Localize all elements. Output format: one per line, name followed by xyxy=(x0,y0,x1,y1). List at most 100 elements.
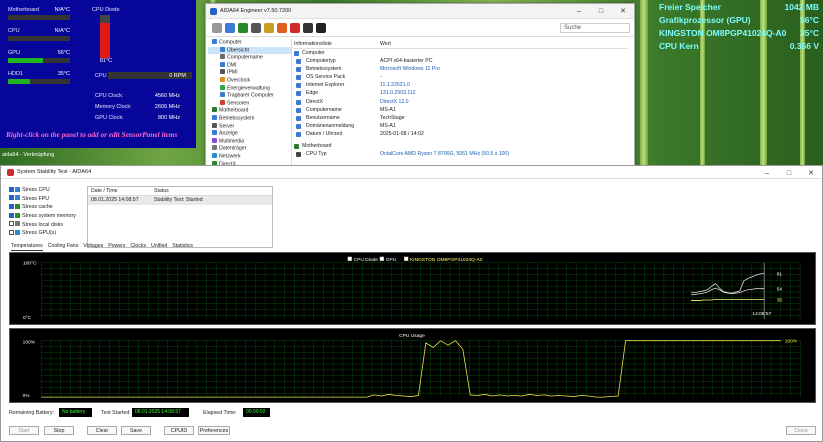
value-column-header[interactable]: Wert xyxy=(380,41,391,47)
tree-item[interactable]: Overclock xyxy=(208,76,291,85)
tree-item-icon xyxy=(220,46,225,52)
preferences-button[interactable]: Preferences xyxy=(198,426,230,435)
table-row[interactable]: Betriebssystem Microsoft Windows 11 Pro xyxy=(294,65,628,73)
row-field: Computertyp xyxy=(306,58,336,65)
table-row[interactable]: OS Service Pack - xyxy=(294,73,628,81)
stress-checkbox-row[interactable]: Stress cache xyxy=(9,203,89,212)
benchmark-icon[interactable] xyxy=(290,22,300,33)
tree-item[interactable]: Multimedia xyxy=(208,137,291,146)
checkbox[interactable] xyxy=(9,186,14,192)
row-value[interactable]: Microsoft Windows 11 Pro xyxy=(380,65,440,73)
table-row[interactable]: 08.01.2025 14:08:57 Stability Test: Star… xyxy=(88,196,272,205)
report-icon[interactable] xyxy=(225,22,235,33)
stress-checkbox-row[interactable]: Stress local disks xyxy=(9,221,89,230)
aida64-logo-icon xyxy=(210,7,217,15)
table-row[interactable]: Domänenanmeldung MS-A1 xyxy=(294,122,628,130)
row-icon xyxy=(296,75,301,81)
checkbox[interactable] xyxy=(9,221,14,227)
temp-series-line xyxy=(691,299,765,301)
close-dialog-button[interactable]: Close xyxy=(786,426,816,435)
tree-item[interactable]: IPMI xyxy=(208,69,291,77)
table-row[interactable]: Benutzername TechStage xyxy=(294,114,628,122)
table-row[interactable]: Datum / Uhrzeit 2025-01-08 / 14:02 xyxy=(294,130,628,138)
tree-item[interactable]: Tragbarer Computer xyxy=(208,92,291,100)
tab-voltages[interactable]: Voltages xyxy=(83,242,103,251)
minimize-button[interactable]: – xyxy=(756,166,778,181)
row-icon xyxy=(296,115,301,121)
tab-statistics[interactable]: Statistics xyxy=(172,242,193,251)
list-header: Informationsliste Wert xyxy=(294,40,628,49)
tree-item[interactable]: Datenträger xyxy=(208,145,291,153)
minimize-button[interactable]: – xyxy=(568,4,590,19)
aida64-main-window[interactable]: AIDA64 Engineer v7.50.7200 – □ ✕ Suche C… xyxy=(205,3,635,166)
maximize-button[interactable]: □ xyxy=(590,4,612,19)
tab-powers[interactable]: Powers xyxy=(108,242,125,251)
tree-item[interactable]: Anzeige xyxy=(208,130,291,138)
overlay-label: Freier Speicher xyxy=(659,2,721,12)
refresh-icon[interactable] xyxy=(212,22,222,33)
memory-icon[interactable] xyxy=(238,22,248,33)
sensor-panel[interactable]: Motherboard N/A°C CPU N/A°C GPU 56°C HDD… xyxy=(0,0,196,148)
cpu-type-row[interactable]: CPU Typ OctalCore AMD Ryzen 7 8700G, 506… xyxy=(294,150,628,158)
close-button[interactable]: ✕ xyxy=(612,4,634,19)
search-input[interactable]: Suche xyxy=(560,23,630,33)
table-row[interactable]: Computertyp ACPI x64-basierter PC xyxy=(294,57,628,65)
table-row[interactable]: DirectX DirectX 12.0 xyxy=(294,98,628,106)
table-row[interactable]: Edge 131.0.2903.112 xyxy=(294,89,628,97)
sensor-icon[interactable] xyxy=(316,22,326,33)
cpu-usage-title: CPU Usage xyxy=(399,333,425,339)
osd-icon[interactable] xyxy=(303,22,313,33)
tree-item[interactable]: Netzwerk xyxy=(208,152,291,161)
tab-unified[interactable]: Unified xyxy=(151,242,167,251)
tree-item[interactable]: Computername xyxy=(208,54,291,62)
motherboard-bar xyxy=(8,15,70,20)
stress-checkbox-row[interactable]: Stress CPU xyxy=(9,186,89,195)
tab-clocks[interactable]: Clocks xyxy=(131,242,147,251)
tree-item[interactable]: Server xyxy=(208,122,291,131)
tree-item-label: Computer xyxy=(219,39,242,46)
checkbox[interactable] xyxy=(9,195,14,201)
stability-test-window[interactable]: System Stability Test - AIDA64 – □ ✕ Str… xyxy=(0,165,823,442)
row-value[interactable]: DirectX 12.0 xyxy=(380,98,409,106)
flame-icon[interactable] xyxy=(277,22,287,33)
tree-item[interactable]: Motherboard xyxy=(208,107,291,115)
tree-item[interactable]: DMI xyxy=(208,61,291,70)
tree-item[interactable]: Computer xyxy=(208,39,291,47)
title-bar[interactable]: AIDA64 Engineer v7.50.7200 – □ ✕ xyxy=(206,4,634,19)
table-row[interactable]: Computername MS-A1 xyxy=(294,106,628,114)
row-field: Internet Explorer xyxy=(306,82,345,89)
aida64-shortcut[interactable]: aida64 - Verknüpfung xyxy=(0,148,70,162)
row-value[interactable]: 131.0.2903.112 xyxy=(380,89,416,97)
close-button[interactable]: ✕ xyxy=(800,166,822,181)
cpu-temp-value: N/A°C xyxy=(54,28,70,34)
table-row[interactable]: Internet Explorer 11.1.22621.0 xyxy=(294,81,628,89)
status-date: 08.01.2025 14:08:57 xyxy=(91,197,139,203)
tab-temperatures[interactable]: Temperatures xyxy=(11,242,43,251)
stress-checkbox-row[interactable]: Stress FPU xyxy=(9,195,89,204)
tree-item-label: Netzwerk xyxy=(219,153,241,160)
search-icon[interactable] xyxy=(264,22,274,33)
temp-end-label: 54 xyxy=(777,287,783,293)
tree-item[interactable]: Betriebssystem xyxy=(208,114,291,123)
cpu-temp-bar xyxy=(8,36,70,41)
start-button[interactable]: Start xyxy=(9,426,39,435)
cpu-type-value[interactable]: OctalCore AMD Ryzen 7 8700G, 5061 MHz (5… xyxy=(380,150,509,158)
checkbox[interactable] xyxy=(9,212,14,218)
stress-checkbox-row[interactable]: Stress system memory xyxy=(9,212,89,221)
maximize-button[interactable]: □ xyxy=(778,166,800,181)
tab-cooling-fans[interactable]: Cooling Fans xyxy=(48,242,79,251)
cpuid-button[interactable]: CPUID xyxy=(164,426,194,435)
stress-checkbox-row[interactable]: Stress GPU(s) xyxy=(9,229,89,238)
save-button[interactable]: Save xyxy=(121,426,151,435)
tree-item[interactable]: Sensoren xyxy=(208,99,291,108)
tree-item[interactable]: Übersicht xyxy=(208,46,291,55)
field-column-header[interactable]: Informationsliste xyxy=(294,41,332,47)
checkbox[interactable] xyxy=(9,203,14,209)
tree-item[interactable]: Energieverwaltung xyxy=(208,84,291,93)
stability-title-bar[interactable]: System Stability Test - AIDA64 – □ ✕ xyxy=(1,166,822,179)
network-icon[interactable] xyxy=(251,22,261,33)
row-value[interactable]: 11.1.22621.0 xyxy=(380,81,410,89)
checkbox[interactable] xyxy=(9,229,14,235)
stop-button[interactable]: Stop xyxy=(44,426,74,435)
clear-button[interactable]: Clear xyxy=(87,426,117,435)
